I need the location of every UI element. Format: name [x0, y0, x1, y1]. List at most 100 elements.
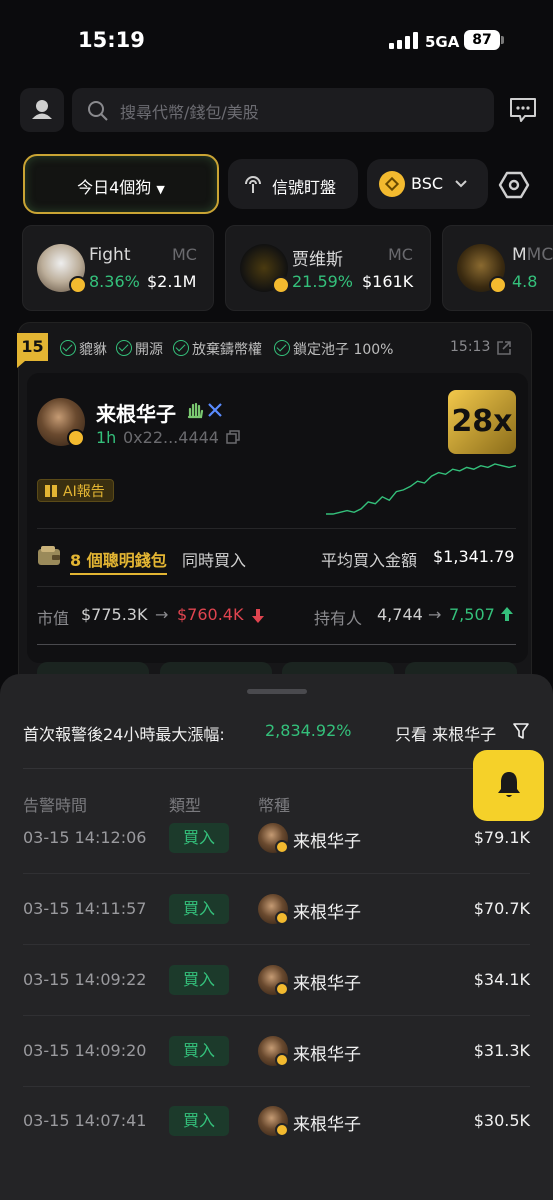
bnb-icon — [275, 911, 289, 925]
divider — [37, 528, 516, 529]
row-coin: 来根华子 — [293, 1045, 361, 1065]
coin-address: 0x22...4444 — [123, 428, 219, 447]
smart-wallet-count[interactable]: 8 個聰明錢包 — [70, 547, 167, 575]
arrow-right-icon: → — [155, 605, 169, 624]
mc-to: $760.4K — [177, 605, 244, 624]
holders-label: 持有人 — [314, 609, 363, 628]
down-arrow-icon — [252, 609, 264, 623]
only-view-filter[interactable]: 只看 来根华子 — [395, 721, 496, 745]
price-sparkline — [326, 463, 516, 515]
rank-tag: 15 — [17, 333, 48, 368]
col-alert-time: 告警時間 — [23, 796, 88, 815]
row-value: $79.1K — [473, 828, 530, 847]
status-time: 15:19 — [78, 28, 145, 52]
signal-watch-button[interactable]: 信號盯盤 — [228, 159, 358, 209]
signal-time: 15:13 — [450, 339, 491, 355]
bnb-icon — [275, 840, 289, 854]
today-dogs-button[interactable]: 今日4個狗 ▼ — [23, 154, 219, 214]
x-icon[interactable] — [207, 402, 223, 418]
coin-avatar — [258, 965, 289, 996]
token-value: $2.1M — [147, 272, 197, 291]
bnb-icon — [67, 429, 85, 447]
coin-avatar — [258, 1106, 289, 1137]
row-value: $31.3K — [473, 1041, 530, 1060]
chevron-down-icon — [455, 180, 467, 188]
chain-select[interactable]: BSC — [367, 159, 488, 209]
token-name: Fight — [89, 245, 131, 265]
row-coin: 来根华子 — [293, 832, 361, 852]
coin-avatar — [258, 894, 289, 925]
today-dogs-label: 今日4個狗 — [77, 178, 152, 197]
chain-label: BSC — [411, 174, 444, 193]
check-label: 鎖定池子 100% — [293, 342, 394, 358]
row-value: $70.7K — [473, 899, 530, 918]
copy-icon[interactable] — [226, 430, 240, 444]
bnb-icon — [275, 1053, 289, 1067]
token-card-fight[interactable]: Fight MC 8.36% $2.1M — [22, 225, 214, 311]
row-time: 03-15 14:12:06 — [23, 828, 147, 847]
row-divider — [23, 1015, 530, 1016]
book-icon — [45, 485, 57, 497]
alert-bell-button[interactable] — [473, 750, 544, 821]
coin-age: 1h — [96, 428, 117, 447]
bnb-icon — [69, 276, 87, 294]
row-value: $30.5K — [473, 1111, 530, 1130]
wallet-icon — [38, 546, 60, 565]
mc-from: $775.3K — [81, 605, 148, 624]
cell-signal-icon — [389, 31, 419, 49]
row-time: 03-15 14:07:41 — [23, 1111, 147, 1130]
check-label: 貔貅 — [79, 342, 107, 358]
token-mc-label: MC — [388, 245, 413, 264]
network-type: 5GA — [425, 33, 460, 51]
coin-avatar — [258, 823, 289, 854]
token-card-jarvis[interactable]: 贾维斯 MC 21.59% $161K — [225, 225, 431, 311]
bnb-icon — [379, 171, 405, 197]
row-time: 03-15 14:09:20 — [23, 1041, 147, 1060]
row-coin: 来根华子 — [293, 903, 361, 923]
row-time: 03-15 14:11:57 — [23, 899, 147, 918]
bnb-icon — [275, 1123, 289, 1137]
coin-avatar — [258, 1036, 289, 1067]
chat-icon[interactable] — [508, 96, 538, 124]
bnb-icon — [272, 276, 290, 294]
ai-report-label: AI報告 — [63, 484, 105, 500]
bnb-icon — [275, 982, 289, 996]
token-change: 4.8 — [512, 272, 538, 291]
avg-buy-label: 平均買入金額 — [321, 551, 418, 570]
check-label: 開源 — [135, 342, 163, 358]
token-change: 8.36% — [89, 272, 140, 291]
avg-buy-value: $1,341.79 — [433, 547, 515, 566]
battery-level: 87 — [464, 30, 500, 50]
smart-wallet-note: 同時買入 — [182, 551, 247, 570]
holders-to: 7,507 — [449, 605, 495, 624]
divider — [37, 644, 516, 645]
row-divider — [23, 873, 530, 874]
hex-settings-icon[interactable] — [498, 170, 530, 200]
sheet-title: 首次報警後24小時最大漲幅: — [23, 725, 225, 744]
row-type: 買入 — [169, 1036, 229, 1066]
divider — [37, 586, 516, 587]
row-value: $34.1K — [473, 970, 530, 989]
token-card-third[interactable]: MMC 4.8 — [442, 225, 553, 311]
sheet-grabber[interactable] — [247, 689, 307, 694]
caret-down-icon: ▼ — [156, 183, 165, 196]
check-icon — [60, 340, 76, 356]
row-divider — [23, 1086, 530, 1087]
check-icon — [116, 340, 132, 356]
token-mc-label: MC — [526, 245, 553, 265]
check-icon — [173, 340, 189, 356]
search-placeholder: 搜尋代幣/錢包/美股 — [120, 103, 259, 122]
token-mc-label: MC — [172, 245, 197, 264]
mc-label: 市值 — [37, 609, 70, 628]
token-value: $161K — [362, 272, 414, 291]
profile-button[interactable] — [20, 88, 64, 132]
token-name: 贾维斯 — [292, 250, 343, 270]
row-time: 03-15 14:09:22 — [23, 970, 147, 989]
bell-icon — [498, 772, 520, 797]
filter-icon[interactable] — [513, 722, 529, 740]
app-screen: 15:19 5GA 87 搜尋代幣/錢包/美股 今日4個狗 ▼ 信號盯盤 BSC… — [0, 0, 553, 1200]
multiplier-badge: 28x — [448, 390, 516, 454]
up-arrow-icon — [501, 607, 513, 621]
signal-icon — [245, 176, 261, 193]
share-icon[interactable] — [496, 340, 512, 356]
